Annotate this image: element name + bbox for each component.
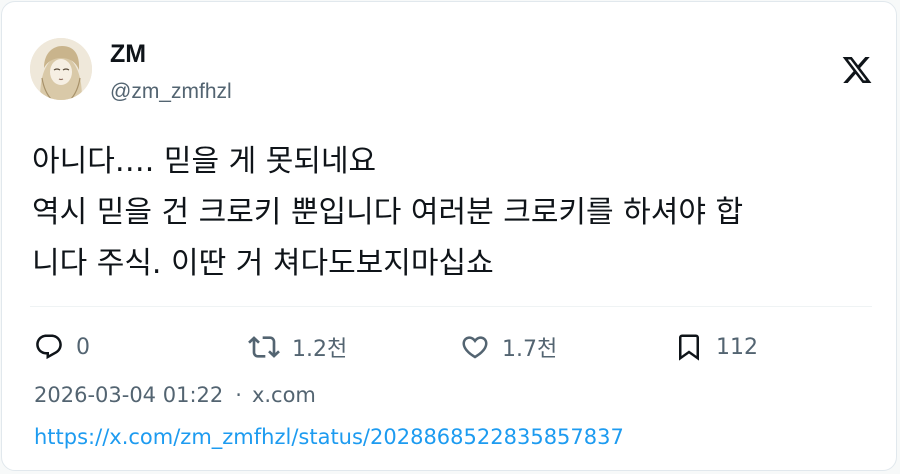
tweet-card: ZM @zm_zmfhzl 아니다…. 믿을 게 못되네요 역시 믿을 건 크로… (1, 1, 897, 471)
avatar[interactable] (30, 38, 92, 100)
author-display-name[interactable]: ZM (110, 38, 146, 70)
tweet-text-line: 아니다…. 믿을 게 못되네요 (32, 144, 377, 179)
separator-dot: · (235, 383, 242, 407)
retweet-icon (248, 336, 280, 358)
bookmark-icon (679, 334, 699, 361)
author-handle[interactable]: @zm_zmfhzl (110, 78, 232, 106)
like-button[interactable]: 1.7천 (460, 328, 557, 366)
bookmark-count: 112 (716, 334, 758, 360)
tweet-text-line: 역시 믿을 건 크로키 뿐입니다 여러분 크로키를 하셔야 합 (32, 195, 744, 230)
source-label: x.com (251, 383, 316, 407)
x-logo-icon[interactable] (841, 54, 873, 86)
reply-button[interactable]: 0 (34, 328, 90, 366)
tweet-text: 아니다…. 믿을 게 못되네요 역시 믿을 건 크로키 뿐입니다 여러분 크로키… (32, 136, 872, 289)
tweet-text-line: 니다 주식. 이딴 거 쳐다도보지마십쇼 (32, 246, 494, 281)
bookmark-button[interactable]: 112 (674, 328, 758, 366)
avatar-image (30, 38, 92, 100)
timestamp[interactable]: 2026-03-04 01:22 (34, 383, 223, 407)
like-count: 1.7천 (502, 337, 558, 362)
heart-icon (462, 336, 488, 359)
retweet-count: 1.2천 (292, 337, 348, 362)
tweet-url-link[interactable]: https://x.com/zm_zmfhzl/status/202886852… (34, 422, 624, 452)
reply-count: 0 (76, 334, 90, 360)
retweet-button[interactable]: 1.2천 (248, 328, 347, 366)
tweet-meta: 2026-03-04 01:22 · x.com (34, 380, 316, 410)
reply-icon (36, 334, 62, 360)
divider (30, 306, 872, 307)
